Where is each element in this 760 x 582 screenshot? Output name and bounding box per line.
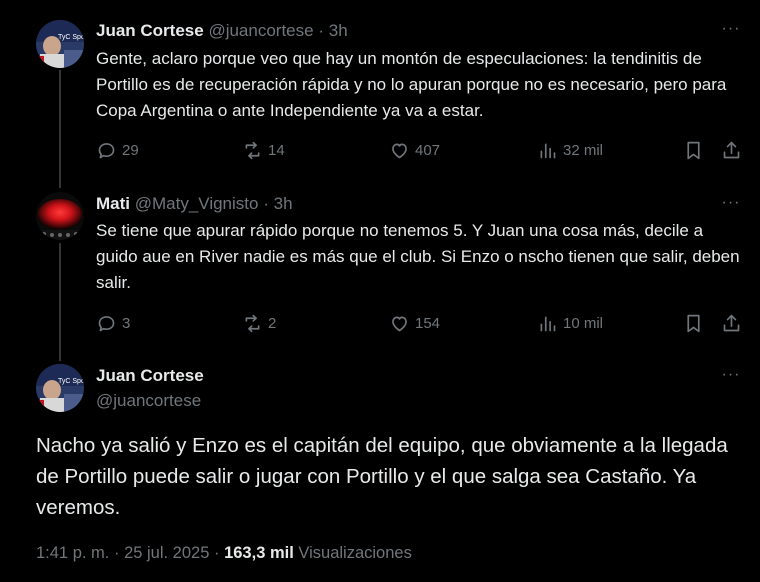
bookmark-icon xyxy=(687,314,700,332)
views-button[interactable]: 32 mil xyxy=(537,138,603,162)
views-count: 10 mil xyxy=(563,314,604,332)
repost-count: 2 xyxy=(268,314,277,332)
repost-button[interactable]: 14 xyxy=(242,138,285,162)
svg-text:TyC Sports: TyC Sports xyxy=(58,34,84,41)
views-chart-icon xyxy=(540,316,556,331)
reply-icon xyxy=(98,142,115,158)
heart-icon xyxy=(392,316,407,331)
reply-button[interactable]: 3 xyxy=(96,311,130,335)
author-handle[interactable]: @Maty_Vignisto xyxy=(135,194,259,213)
like-count: 407 xyxy=(415,141,441,159)
repost-button[interactable]: 2 xyxy=(242,311,276,335)
like-button[interactable]: 154 xyxy=(389,311,440,335)
tweet-1[interactable]: TyC Sports Juan Cortese @juancortese · 3… xyxy=(0,0,760,180)
author-name[interactable]: Mati xyxy=(96,194,130,213)
reply-icon xyxy=(98,315,115,331)
reply-count: 29 xyxy=(122,141,139,159)
tweet-meta: 1:41 p. m. · 25 jul. 2025 · 163,3 mil Vi… xyxy=(36,544,412,563)
post-time[interactable]: 3h xyxy=(329,21,348,40)
views-count: 32 mil xyxy=(563,141,604,159)
tyc-sports-avatar-icon: TyC Sports xyxy=(36,20,84,68)
views-count: 163,3 mil xyxy=(224,544,294,562)
avatar[interactable]: TyC Sports xyxy=(36,364,84,412)
views-label: Visualizaciones xyxy=(298,544,412,562)
share-button[interactable] xyxy=(721,311,747,335)
share-icon xyxy=(723,314,740,331)
author-handle[interactable]: @juancortese xyxy=(208,21,313,40)
bookmark-button[interactable] xyxy=(683,311,709,335)
more-options-icon[interactable]: ··· xyxy=(720,366,742,386)
separator-dot: · xyxy=(318,21,324,40)
author-name[interactable]: Juan Cortese xyxy=(96,366,204,386)
tyc-sports-avatar-icon: TyC Sports xyxy=(36,364,84,412)
more-options-icon[interactable]: ··· xyxy=(720,20,742,40)
separator-dot: · xyxy=(263,194,269,213)
separator-dot: · xyxy=(213,544,220,562)
separator-dot: · xyxy=(113,544,120,562)
post-date[interactable]: 25 jul. 2025 xyxy=(124,544,209,562)
action-bar: 3 2 154 10 mil xyxy=(96,311,746,335)
repost-count: 14 xyxy=(268,141,285,159)
like-button[interactable]: 407 xyxy=(389,138,440,162)
repost-icon xyxy=(245,314,260,332)
post-time[interactable]: 3h xyxy=(274,194,293,213)
svg-text:TyC Sports: TyC Sports xyxy=(58,378,84,385)
tweet-text: Se tiene que apurar rápido porque no ten… xyxy=(96,221,740,292)
share-button[interactable] xyxy=(721,138,747,162)
post-time[interactable]: 1:41 p. m. xyxy=(36,544,109,562)
red-glow-avatar-icon xyxy=(36,192,84,240)
avatar[interactable] xyxy=(36,192,84,240)
bookmark-icon xyxy=(687,141,700,159)
share-icon xyxy=(723,141,740,158)
reply-button[interactable]: 29 xyxy=(96,138,139,162)
action-bar: 29 14 407 32 mil xyxy=(96,138,746,162)
bookmark-button[interactable] xyxy=(683,138,709,162)
tweet-header: Mati @Maty_Vignisto · 3h xyxy=(96,194,293,214)
views-chart-icon xyxy=(540,143,556,158)
tweet-2[interactable]: Mati @Maty_Vignisto · 3h ··· Se tiene qu… xyxy=(0,180,760,350)
heart-icon xyxy=(392,143,407,158)
tweet-header: Juan Cortese @juancortese · 3h xyxy=(96,21,348,41)
author-name[interactable]: Juan Cortese xyxy=(96,21,204,40)
tweet-text: Nacho ya salió y Enzo es el capitán del … xyxy=(36,434,728,519)
views-button[interactable]: 10 mil xyxy=(537,311,603,335)
avatar[interactable]: TyC Sports xyxy=(36,20,84,68)
like-count: 154 xyxy=(415,314,441,332)
reply-count: 3 xyxy=(122,314,131,332)
more-options-icon[interactable]: ··· xyxy=(720,194,742,214)
tweet-text: Gente, aclaro porque veo que hay un mont… xyxy=(96,49,727,120)
author-handle[interactable]: @juancortese xyxy=(96,391,201,411)
repost-icon xyxy=(245,141,260,159)
